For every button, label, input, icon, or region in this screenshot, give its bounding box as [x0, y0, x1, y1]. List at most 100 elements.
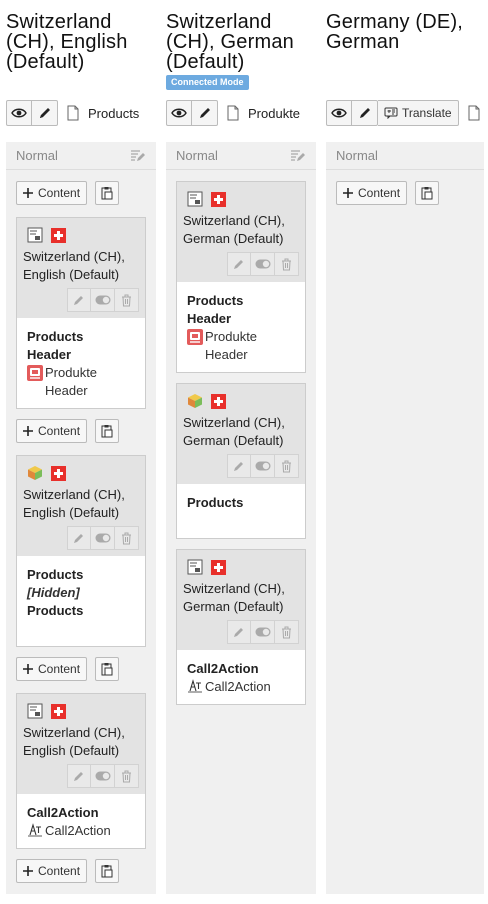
card-title: Products Header	[187, 293, 244, 326]
paste-button[interactable]	[95, 859, 119, 883]
column-header-de: Switzerland (CH), German (Default) Conne…	[166, 0, 316, 90]
column-title: Germany (DE), German	[326, 11, 464, 53]
toggle-icon	[255, 259, 270, 269]
content-element-card[interactable]: Switzerland (CH), German (Default) Produ…	[176, 181, 306, 373]
paste-icon	[421, 187, 433, 200]
add-content-button[interactable]: Content	[336, 181, 408, 205]
card-language: Switzerland (CH), English (Default)	[23, 249, 125, 282]
toggle-visibility-button[interactable]	[91, 764, 115, 788]
content-element-card[interactable]: Switzerland (CH), English (Default) Prod…	[16, 217, 146, 409]
view-button[interactable]	[166, 100, 192, 126]
card-title: Call2Action	[187, 661, 259, 676]
eye-icon	[11, 108, 27, 118]
toolbar-de-de: Translate P	[326, 100, 488, 126]
edit-element-button[interactable]	[67, 764, 91, 788]
edit-element-button[interactable]	[227, 454, 251, 478]
toggle-visibility-button[interactable]	[251, 252, 275, 276]
add-content-button[interactable]: Content	[16, 657, 88, 681]
add-content-button[interactable]: Content	[16, 419, 88, 443]
trash-icon	[122, 294, 131, 306]
trash-icon	[282, 626, 291, 638]
paste-button[interactable]	[95, 657, 119, 681]
edit-element-button[interactable]	[67, 288, 91, 312]
card-title: Call2Action	[27, 805, 99, 820]
edit-button[interactable]	[192, 100, 218, 126]
add-content-button[interactable]: Content	[16, 859, 88, 883]
edit-note-icon[interactable]	[290, 149, 306, 163]
swiss-flag-icon	[51, 227, 66, 243]
cube-icon	[188, 394, 202, 408]
column-header-de-de: Germany (DE), German	[326, 0, 476, 52]
delete-button[interactable]	[275, 454, 299, 478]
pencil-icon	[74, 534, 83, 543]
card-subtitle: Produkte Header	[187, 328, 295, 364]
view-button[interactable]	[326, 100, 352, 126]
content-element-card[interactable]: Switzerland (CH), English (Default) Call…	[16, 693, 146, 849]
eye-icon	[171, 108, 187, 118]
toggle-visibility-button[interactable]	[91, 526, 115, 550]
eye-icon	[331, 108, 347, 118]
toggle-visibility-button[interactable]	[251, 620, 275, 644]
edit-element-button[interactable]	[227, 252, 251, 276]
header-element-icon	[187, 329, 203, 345]
pencil-icon	[234, 260, 243, 269]
hidden-label: [Hidden]	[27, 585, 80, 600]
trash-icon	[282, 258, 291, 270]
edit-element-button[interactable]	[227, 620, 251, 644]
view-edit-group	[6, 100, 58, 126]
cube-icon	[28, 466, 42, 480]
toggle-visibility-button[interactable]	[91, 288, 115, 312]
swiss-flag-icon	[51, 465, 66, 481]
content-type-icon	[187, 559, 203, 575]
toggle-icon	[95, 295, 110, 305]
pencil-icon	[74, 772, 83, 781]
page-title[interactable]: Produkte	[248, 106, 300, 121]
content-type-icon	[27, 703, 43, 719]
trash-icon	[122, 770, 131, 782]
colpos-normal-de-de: Normal	[326, 142, 484, 894]
toggle-visibility-button[interactable]	[251, 454, 275, 478]
trash-icon	[282, 460, 291, 472]
paste-button[interactable]	[95, 419, 119, 443]
content-element-card[interactable]: Switzerland (CH), English (Default) Prod…	[16, 455, 146, 647]
delete-button[interactable]	[115, 526, 139, 550]
view-button[interactable]	[6, 100, 32, 126]
trash-icon	[122, 532, 131, 544]
page-icon	[468, 105, 480, 121]
paste-icon	[101, 663, 113, 676]
card-title: Products Header	[27, 329, 84, 362]
translate-button[interactable]: Translate	[378, 100, 459, 126]
plus-icon	[23, 866, 33, 876]
edit-button[interactable]	[352, 100, 378, 126]
delete-button[interactable]	[115, 764, 139, 788]
card-title: Products	[187, 495, 244, 510]
edit-button[interactable]	[32, 100, 58, 126]
paste-icon	[101, 865, 113, 878]
page-icon	[67, 105, 79, 121]
delete-button[interactable]	[275, 252, 299, 276]
edit-note-icon[interactable]	[130, 149, 146, 163]
paste-button[interactable]	[415, 181, 439, 205]
column-title: Switzerland (CH), English (Default)	[6, 11, 128, 73]
call2action-icon	[28, 823, 42, 837]
plus-icon	[23, 426, 33, 436]
paste-icon	[101, 187, 113, 200]
add-content-button[interactable]: Content	[16, 181, 88, 205]
colpos-label: Normal	[176, 148, 218, 163]
edit-element-button[interactable]	[67, 526, 91, 550]
connected-mode-badge: Connected Mode	[166, 75, 249, 90]
colpos-label: Normal	[16, 148, 58, 163]
paste-button[interactable]	[95, 181, 119, 205]
pencil-icon	[359, 108, 370, 118]
swiss-flag-icon	[211, 191, 226, 207]
plus-icon	[23, 188, 33, 198]
content-element-card[interactable]: Switzerland (CH), German (Default) Produ…	[176, 383, 306, 539]
call2action-icon	[188, 679, 202, 693]
delete-button[interactable]	[275, 620, 299, 644]
page-icon	[227, 105, 239, 121]
content-element-card[interactable]: Switzerland (CH), German (Default) Call2…	[176, 549, 306, 705]
delete-button[interactable]	[115, 288, 139, 312]
card-language: Switzerland (CH), German (Default)	[183, 581, 285, 614]
page-title[interactable]: Products	[88, 106, 139, 121]
card-language: Switzerland (CH), English (Default)	[23, 487, 125, 520]
